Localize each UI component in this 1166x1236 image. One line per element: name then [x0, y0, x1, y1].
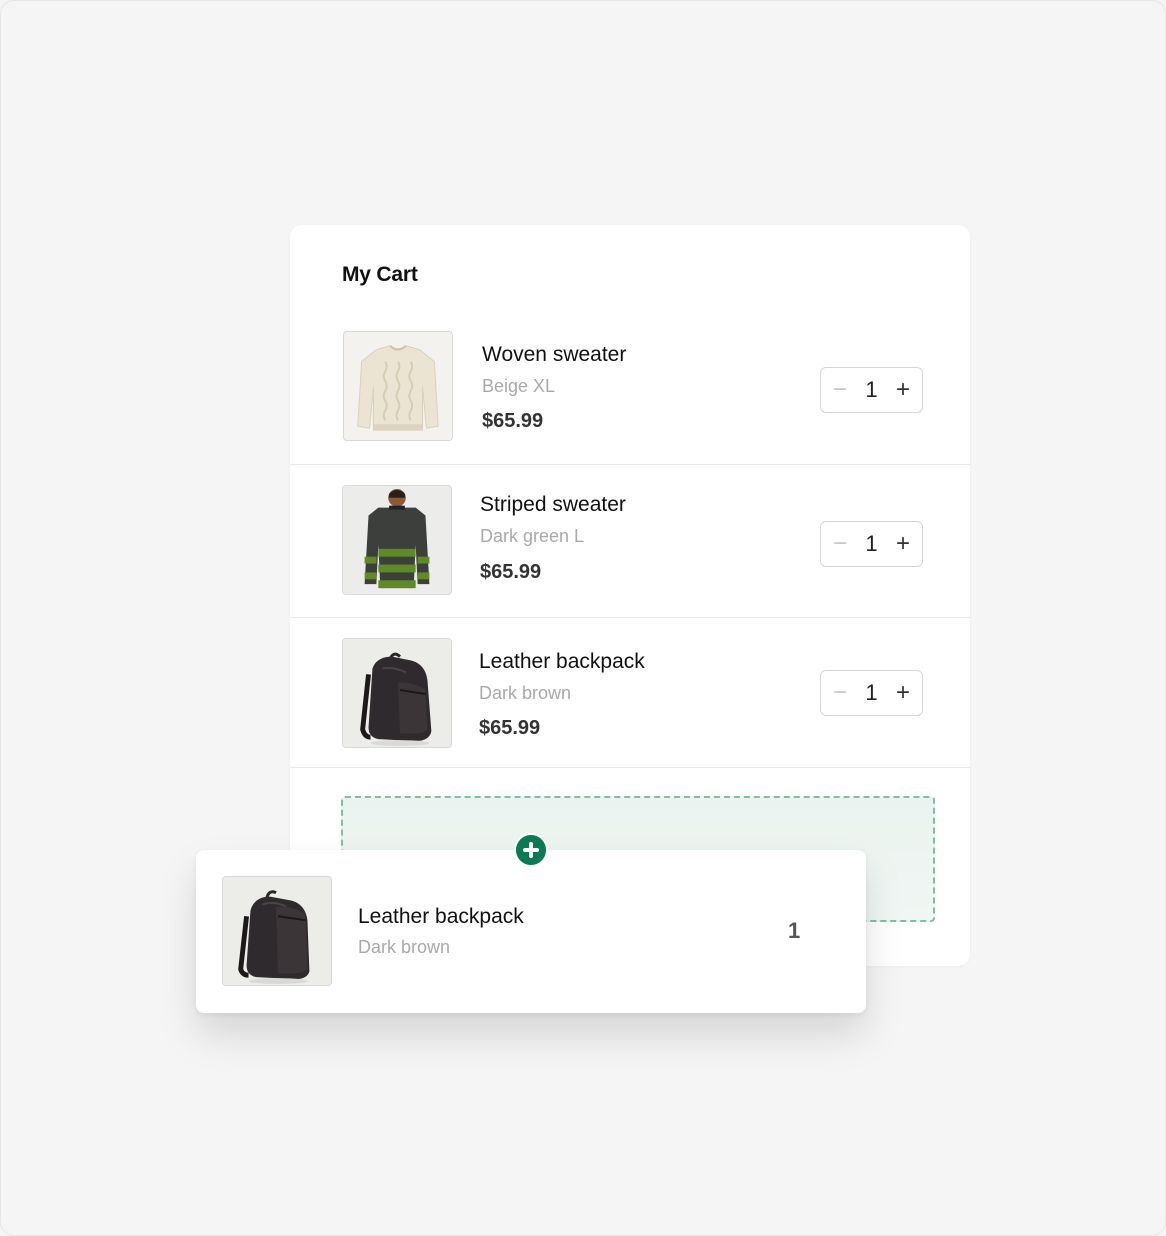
cart-item: Leather backpack Dark brown $65.99 − 1 + — [290, 618, 970, 768]
quantity-stepper: − 1 + — [820, 367, 923, 413]
product-image-leather-backpack — [342, 638, 452, 748]
cart-item: Woven sweater Beige XL $65.99 − 1 + — [290, 315, 970, 465]
cart-item: Striped sweater Dark green L $65.99 − 1 … — [290, 465, 970, 618]
minus-icon[interactable]: − — [829, 532, 851, 556]
plus-icon[interactable]: + — [892, 378, 914, 402]
dragged-item-image — [222, 876, 332, 986]
product-name[interactable]: Striped sweater — [480, 493, 626, 517]
add-circle-icon — [514, 833, 548, 867]
product-price: $65.99 — [479, 717, 541, 739]
cart-title: My Cart — [342, 263, 418, 286]
dragged-item-variant: Dark brown — [358, 937, 451, 957]
plus-icon[interactable]: + — [892, 532, 914, 556]
dragged-item-card[interactable]: Leather backpack Dark brown 1 — [196, 850, 866, 1013]
dragged-item-name: Leather backpack — [358, 905, 524, 928]
product-name[interactable]: Leather backpack — [479, 650, 645, 674]
minus-icon[interactable]: − — [829, 681, 851, 705]
product-price: $65.99 — [482, 410, 544, 432]
quantity-stepper: − 1 + — [820, 670, 923, 716]
product-image-striped-sweater — [342, 485, 452, 595]
product-name[interactable]: Woven sweater — [482, 343, 626, 367]
product-variant: Dark green L — [480, 526, 585, 546]
product-image-woven-sweater — [343, 331, 453, 441]
product-variant: Dark brown — [479, 683, 572, 703]
quantity-stepper: − 1 + — [820, 521, 923, 567]
quantity-value: 1 — [865, 377, 878, 402]
quantity-value: 1 — [865, 680, 878, 705]
product-price: $65.99 — [480, 561, 542, 583]
quantity-value: 1 — [865, 531, 878, 556]
minus-icon[interactable]: − — [829, 378, 851, 402]
plus-icon[interactable]: + — [892, 681, 914, 705]
product-variant: Beige XL — [482, 376, 556, 396]
dragged-item-quantity: 1 — [788, 918, 801, 943]
